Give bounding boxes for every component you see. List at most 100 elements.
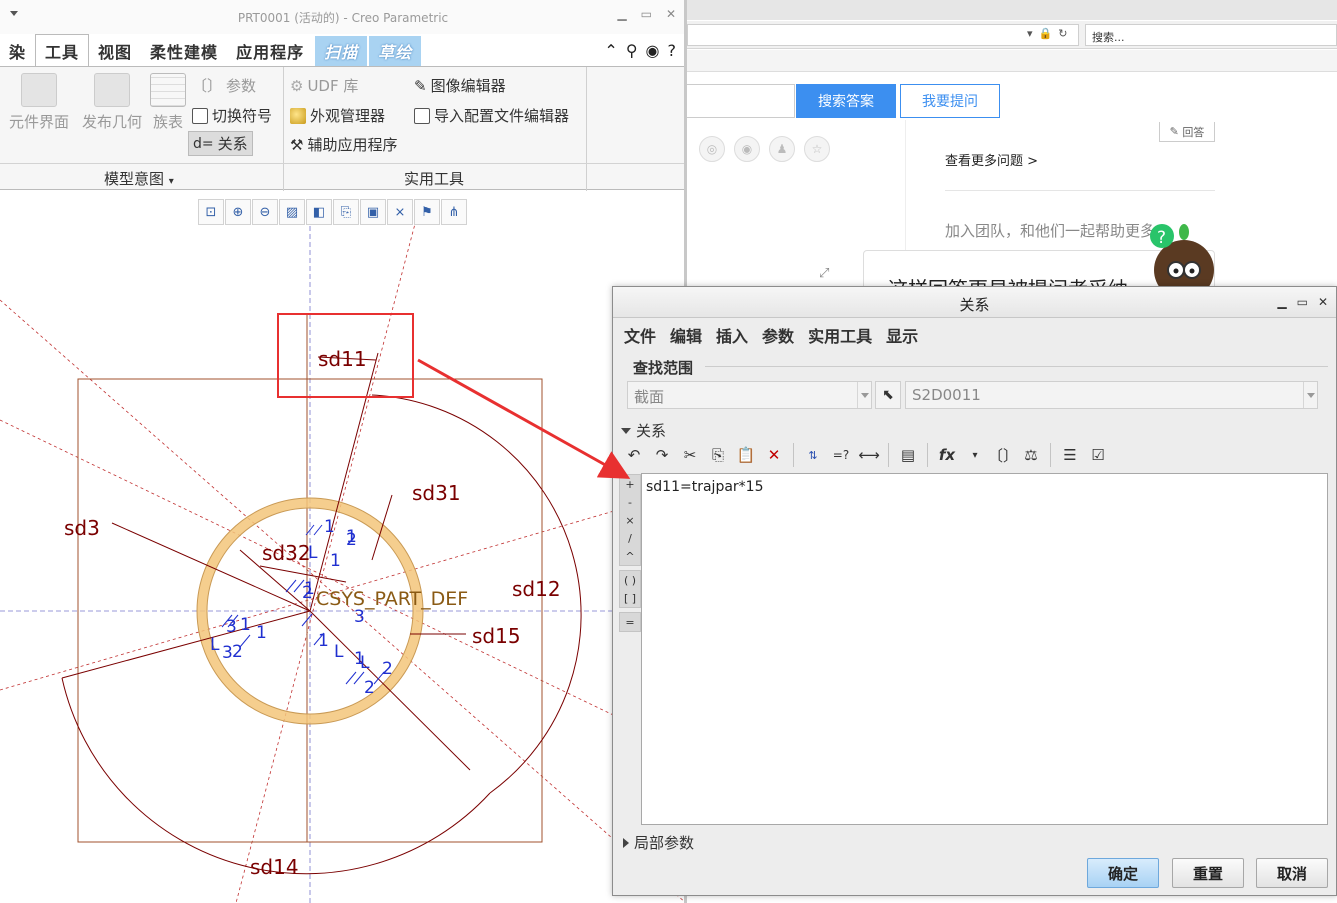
scope-select[interactable]: 截面 (627, 381, 872, 409)
menu-utilities[interactable]: 实用工具 (801, 323, 879, 347)
appearance-manager-button[interactable]: 外观管理器 (290, 105, 385, 126)
datum-display-icon[interactable]: ⨯ (387, 199, 413, 225)
close-icon[interactable]: ✕ (1318, 295, 1328, 309)
view-manager-icon[interactable]: ▣ (360, 199, 386, 225)
dim-sd14[interactable]: sd14 (250, 855, 299, 879)
dim-sd32[interactable]: sd32 (262, 541, 311, 565)
insert-parameter-icon[interactable]: 〔〕 (988, 442, 1018, 468)
tab-render[interactable]: 染 (0, 36, 35, 66)
ok-button[interactable]: 确定 (1087, 858, 1159, 888)
graphics-area[interactable]: sd11 sd31 sd3 sd32 sd12 sd15 sd14 CSYS_P… (0, 190, 686, 903)
qq-icon[interactable]: ♟ (769, 136, 795, 162)
copy-icon[interactable]: ⎘ (705, 442, 731, 468)
relations-section-toggle[interactable]: 关系 (621, 420, 666, 441)
dropdown-icon[interactable]: ▾ (962, 442, 988, 468)
multiply-operator[interactable]: × (620, 511, 640, 529)
zoom-out-icon[interactable]: ⊖ (252, 199, 278, 225)
help-icon[interactable]: ? (668, 41, 677, 60)
wechat-icon[interactable]: ◎ (699, 136, 725, 162)
refit-icon[interactable]: ⊡ (198, 199, 224, 225)
collapse-ribbon-icon[interactable]: ⌃ (604, 41, 617, 60)
browser-search-input[interactable]: 搜索... (1085, 24, 1337, 46)
function-icon[interactable]: fx (934, 442, 960, 468)
equals-operator[interactable]: = (620, 613, 640, 631)
power-operator[interactable]: ^ (620, 547, 640, 565)
tab-applications[interactable]: 应用程序 (227, 36, 313, 66)
insert-unit-icon[interactable]: ⚖ (1018, 442, 1044, 468)
undo-icon[interactable]: ↶ (621, 442, 647, 468)
dropdown-icon[interactable]: ▾ (1027, 27, 1033, 40)
auxiliary-app-button[interactable]: ⚒ 辅助应用程序 (290, 134, 397, 155)
relation-line[interactable]: sd11=trajpar*15 (646, 479, 763, 495)
annotation-display-icon[interactable]: ⚑ (414, 199, 440, 225)
udf-library-button[interactable]: ⚙ UDF 库 (290, 75, 358, 96)
expand-icon[interactable]: ⤢ (819, 266, 829, 281)
sketcher-display-icon[interactable]: ⋔ (441, 199, 467, 225)
dim-sd15[interactable]: sd15 (472, 624, 521, 648)
question-search-input[interactable] (687, 84, 795, 118)
dim-sd31[interactable]: sd31 (412, 481, 461, 505)
reset-button[interactable]: 重置 (1172, 858, 1244, 888)
menu-display[interactable]: 显示 (879, 323, 925, 347)
measure-icon[interactable]: ⟷ (856, 442, 882, 468)
maximize-icon[interactable]: ▭ (1297, 295, 1308, 309)
search-icon[interactable]: ⚲ (626, 41, 638, 60)
tab-tools[interactable]: 工具 (35, 34, 90, 66)
ask-question-button[interactable]: 我要提问 (900, 84, 1000, 118)
appearance-label: 外观管理器 (310, 107, 386, 125)
component-interface-button[interactable]: 元件界面 (4, 73, 74, 132)
minimize-icon[interactable]: ▁ (617, 7, 626, 21)
community-icon[interactable]: ◉ (646, 41, 660, 60)
paste-icon[interactable]: 📋 (733, 442, 759, 468)
repaint-icon[interactable]: ▨ (279, 199, 305, 225)
divide-operator[interactable]: / (620, 529, 640, 547)
zoom-in-icon[interactable]: ⊕ (225, 199, 251, 225)
display-style-icon[interactable]: ◧ (306, 199, 332, 225)
section-select[interactable]: S2D0011 (905, 381, 1318, 409)
pick-arrow-icon[interactable]: ⬉ (875, 381, 901, 409)
local-params-toggle[interactable]: 局部参数 (623, 832, 694, 853)
minimize-icon[interactable]: ▁ (1277, 295, 1286, 309)
tab-sweep[interactable]: 扫描 (315, 36, 368, 66)
menu-edit[interactable]: 编辑 (663, 323, 709, 347)
dim-sd12[interactable]: sd12 (512, 577, 561, 601)
search-answer-button[interactable]: 搜索答案 (796, 84, 896, 118)
minus-operator[interactable]: - (620, 493, 640, 511)
menu-file[interactable]: 文件 (617, 323, 663, 347)
close-icon[interactable]: ✕ (666, 7, 676, 21)
cut-icon[interactable]: ✂ (677, 442, 703, 468)
saved-views-icon[interactable]: ⎘ (333, 199, 359, 225)
dim-sd11[interactable]: sd11 (318, 347, 367, 371)
verify-icon[interactable]: ☑ (1085, 442, 1111, 468)
brackets-operator[interactable]: [ ] (620, 589, 640, 607)
star-icon[interactable]: ☆ (804, 136, 830, 162)
menu-insert[interactable]: 插入 (709, 323, 755, 347)
tab-view[interactable]: 视图 (89, 36, 141, 66)
verify-relation-icon[interactable]: =? (828, 442, 854, 468)
menu-parameters[interactable]: 参数 (755, 323, 801, 347)
switch-symbol-button[interactable]: 切换符号 (192, 105, 272, 126)
sort-relations-icon[interactable]: ▤ (895, 442, 921, 468)
relations-editor[interactable]: sd11=trajpar*15 (641, 473, 1328, 825)
parentheses-operator[interactable]: ( ) (620, 571, 640, 589)
model-intent-group-button[interactable]: 模型意图 ▾ (104, 168, 174, 189)
toggle-value-icon[interactable]: ⇅ (800, 442, 826, 468)
weibo-icon[interactable]: ◉ (734, 136, 760, 162)
delete-icon[interactable]: ✕ (761, 442, 787, 468)
answer-button[interactable]: ✎ 回答 (1159, 122, 1215, 142)
refresh-icon[interactable]: ↻ (1058, 27, 1067, 40)
tab-sketch[interactable]: 草绘 (369, 36, 422, 66)
url-input[interactable] (687, 24, 1079, 46)
tab-flexible-modeling[interactable]: 柔性建模 (141, 36, 227, 66)
dim-sd3[interactable]: sd3 (64, 516, 100, 540)
cancel-button[interactable]: 取消 (1256, 858, 1328, 888)
show-list-icon[interactable]: ☰ (1057, 442, 1083, 468)
image-editor-button[interactable]: ✎ 图像编辑器 (414, 75, 506, 96)
relations-button[interactable]: d= 关系 (188, 131, 253, 156)
maximize-icon[interactable]: ▭ (641, 7, 652, 21)
redo-icon[interactable]: ↷ (649, 442, 675, 468)
plus-operator[interactable]: + (620, 475, 640, 493)
parameters-button[interactable]: 〔〕 参数 (192, 75, 256, 96)
import-config-editor-button[interactable]: 导入配置文件编辑器 (414, 105, 569, 126)
more-questions-link[interactable]: 查看更多问题 > (945, 150, 1038, 169)
